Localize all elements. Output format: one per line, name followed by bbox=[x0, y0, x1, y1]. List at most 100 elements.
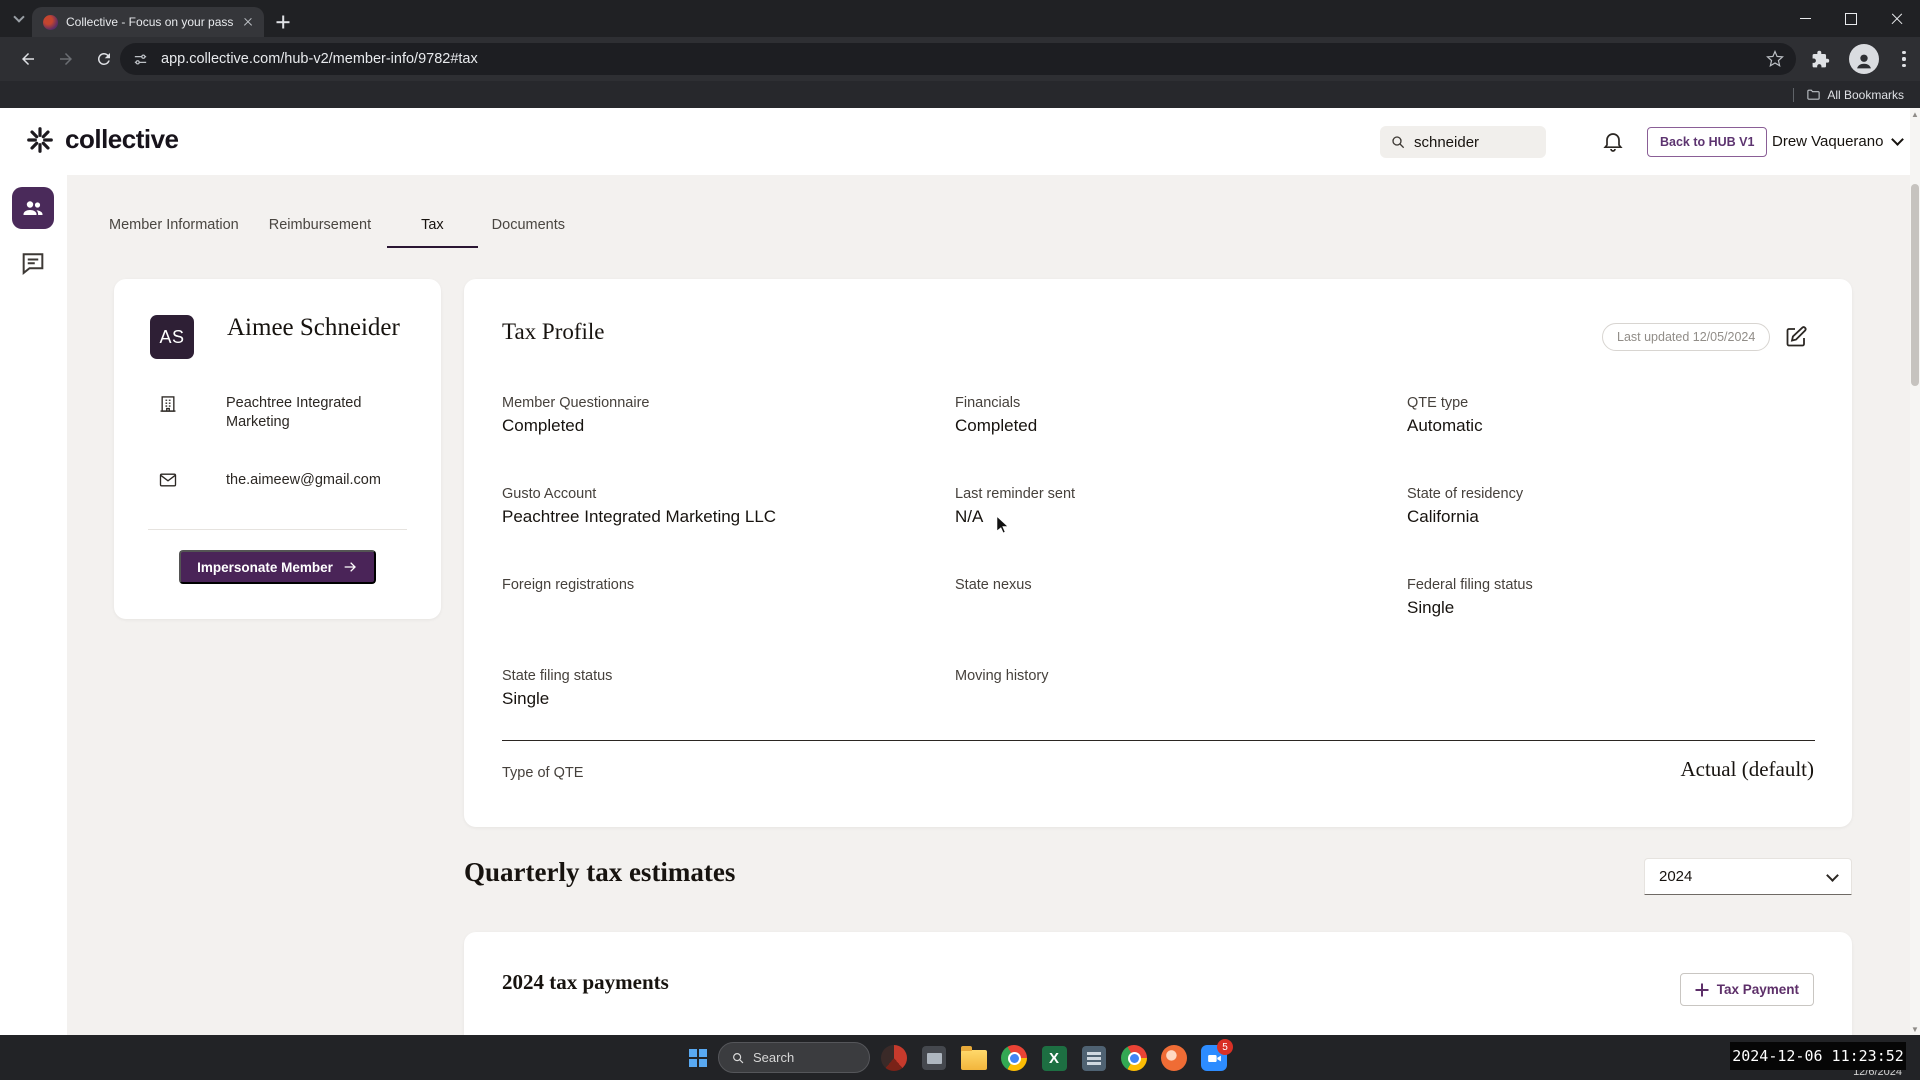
building-icon bbox=[158, 394, 178, 414]
tab-documents[interactable]: Documents bbox=[492, 217, 565, 246]
extensions-icon[interactable] bbox=[1806, 45, 1834, 73]
scrollbar-thumb[interactable] bbox=[1911, 184, 1919, 386]
notifications-bell-icon[interactable] bbox=[1601, 129, 1625, 153]
tax-payments-card: 2024 tax payments Tax Payment bbox=[464, 932, 1852, 1044]
reload-icon[interactable] bbox=[90, 45, 118, 73]
tab-search-icon[interactable] bbox=[10, 10, 28, 28]
tax-profile-card: Tax Profile Last updated 12/05/2024 Memb… bbox=[464, 279, 1852, 827]
qte-type-row: Type of QTE Actual (default) bbox=[502, 757, 1814, 782]
tab-close-icon[interactable] bbox=[240, 14, 256, 30]
back-icon[interactable] bbox=[14, 45, 42, 73]
folder-icon bbox=[1806, 87, 1821, 102]
member-search-box[interactable] bbox=[1380, 126, 1546, 158]
field-state-of-residency: State of residency California bbox=[1407, 486, 1814, 528]
browser-profile-avatar[interactable] bbox=[1849, 44, 1879, 74]
window-minimize-icon[interactable] bbox=[1782, 0, 1828, 37]
mouse-cursor bbox=[993, 514, 1015, 541]
last-updated-badge: Last updated 12/05/2024 bbox=[1602, 323, 1770, 351]
field-value: Peachtree Integrated Marketing LLC bbox=[502, 507, 955, 527]
tab-reimbursement[interactable]: Reimbursement bbox=[269, 217, 371, 246]
browser-tab[interactable]: Collective - Focus on your pass bbox=[32, 7, 264, 37]
user-name: Drew Vaquerano bbox=[1772, 133, 1883, 150]
all-bookmarks-button[interactable]: All Bookmarks bbox=[1827, 88, 1904, 102]
taskbar-zoom[interactable]: 5 bbox=[1194, 1038, 1234, 1078]
site-favicon-icon bbox=[43, 15, 58, 30]
field-state-nexus: State nexus bbox=[955, 577, 1407, 619]
taskbar-app-game[interactable] bbox=[874, 1038, 914, 1078]
user-menu[interactable]: Drew Vaquerano bbox=[1772, 108, 1902, 175]
field-value: Single bbox=[502, 689, 955, 709]
field-label: State of residency bbox=[1407, 486, 1814, 502]
field-value bbox=[502, 598, 955, 618]
member-name: Aimee Schneider bbox=[227, 314, 400, 342]
calculator-icon bbox=[1082, 1046, 1106, 1071]
avatar: AS bbox=[150, 315, 194, 359]
field-value: Completed bbox=[955, 416, 1407, 436]
field-foreign-registrations: Foreign registrations bbox=[502, 577, 955, 619]
forward-icon[interactable] bbox=[52, 45, 80, 73]
field-label: Foreign registrations bbox=[502, 577, 955, 593]
sidebar-item-messages[interactable] bbox=[19, 249, 47, 277]
windows-taskbar: Search X 5 12/6/2024 bbox=[0, 1035, 1920, 1080]
taskbar-calculator[interactable] bbox=[1074, 1038, 1114, 1078]
address-bar[interactable]: app.collective.com/hub-v2/member-info/97… bbox=[120, 43, 1796, 75]
new-tab-button[interactable] bbox=[272, 11, 294, 33]
taskbar-app-orange[interactable] bbox=[1154, 1038, 1194, 1078]
tab-member-information[interactable]: Member Information bbox=[109, 217, 239, 246]
collective-logo[interactable]: collective bbox=[25, 124, 179, 155]
browser-menu-icon[interactable] bbox=[1894, 45, 1914, 73]
member-card: AS Aimee Schneider Peachtree Integrated … bbox=[114, 279, 441, 619]
email-icon bbox=[158, 470, 178, 490]
bookmarks-bar: All Bookmarks bbox=[0, 81, 1920, 108]
site-settings-icon[interactable] bbox=[132, 51, 149, 68]
window-maximize-icon[interactable] bbox=[1828, 0, 1874, 37]
taskbar-chrome-2[interactable] bbox=[1114, 1038, 1154, 1078]
field-label: Last reminder sent bbox=[955, 486, 1407, 502]
scroll-down-icon[interactable]: ▼ bbox=[1910, 1023, 1920, 1035]
start-button[interactable] bbox=[678, 1038, 718, 1078]
search-input[interactable] bbox=[1414, 134, 1529, 151]
tax-payments-title: 2024 tax payments bbox=[502, 970, 669, 995]
taskbar-search-box[interactable]: Search bbox=[718, 1042, 870, 1073]
field-financials: Financials Completed bbox=[955, 395, 1407, 437]
edit-icon[interactable] bbox=[1784, 325, 1808, 349]
bookmark-star-icon[interactable] bbox=[1766, 50, 1784, 68]
windows-logo-icon bbox=[689, 1049, 707, 1067]
year-select[interactable]: 2024 bbox=[1644, 858, 1852, 895]
impersonate-member-button[interactable]: Impersonate Member bbox=[179, 550, 376, 584]
game-app-icon bbox=[881, 1045, 907, 1071]
window-close-icon[interactable] bbox=[1874, 0, 1920, 37]
back-to-hub-button[interactable]: Back to HUB V1 bbox=[1647, 127, 1767, 157]
field-label: State filing status bbox=[502, 668, 955, 684]
field-label: State nexus bbox=[955, 577, 1407, 593]
field-value: Automatic bbox=[1407, 416, 1814, 436]
taskbar-app-window[interactable] bbox=[914, 1038, 954, 1078]
taskbar-excel[interactable]: X bbox=[1034, 1038, 1074, 1078]
screen: Collective - Focus on your pass app.coll… bbox=[0, 0, 1920, 1080]
add-tax-payment-label: Tax Payment bbox=[1717, 982, 1799, 997]
excel-icon: X bbox=[1042, 1046, 1067, 1071]
url-text: app.collective.com/hub-v2/member-info/97… bbox=[161, 51, 1766, 67]
qte-type-label: Type of QTE bbox=[502, 765, 583, 781]
scroll-up-icon[interactable]: ▲ bbox=[1910, 108, 1920, 120]
sidebar-item-members[interactable] bbox=[12, 187, 54, 229]
window-app-icon bbox=[922, 1046, 946, 1070]
field-value: California bbox=[1407, 507, 1814, 527]
field-member-questionnaire: Member Questionnaire Completed bbox=[502, 395, 955, 437]
app-header: collective Back to HUB V1 Drew Vaquerano bbox=[0, 108, 1920, 175]
divider bbox=[148, 529, 407, 530]
add-tax-payment-button[interactable]: Tax Payment bbox=[1680, 973, 1814, 1006]
impersonate-label: Impersonate Member bbox=[197, 560, 333, 575]
notification-badge: 5 bbox=[1217, 1039, 1233, 1055]
field-value: Single bbox=[1407, 598, 1814, 618]
page-scrollbar[interactable]: ▲ ▼ bbox=[1910, 108, 1920, 1035]
member-company: Peachtree Integrated Marketing bbox=[226, 394, 386, 432]
field-label: Gusto Account bbox=[502, 486, 955, 502]
browser-titlebar: Collective - Focus on your pass bbox=[0, 0, 1920, 37]
plus-icon bbox=[1695, 983, 1709, 997]
tab-tax[interactable]: Tax bbox=[387, 217, 478, 248]
taskbar-chrome[interactable] bbox=[994, 1038, 1034, 1078]
chrome-icon bbox=[1001, 1045, 1027, 1071]
taskbar-file-explorer[interactable] bbox=[954, 1038, 994, 1078]
field-value: N/A bbox=[955, 507, 1407, 527]
